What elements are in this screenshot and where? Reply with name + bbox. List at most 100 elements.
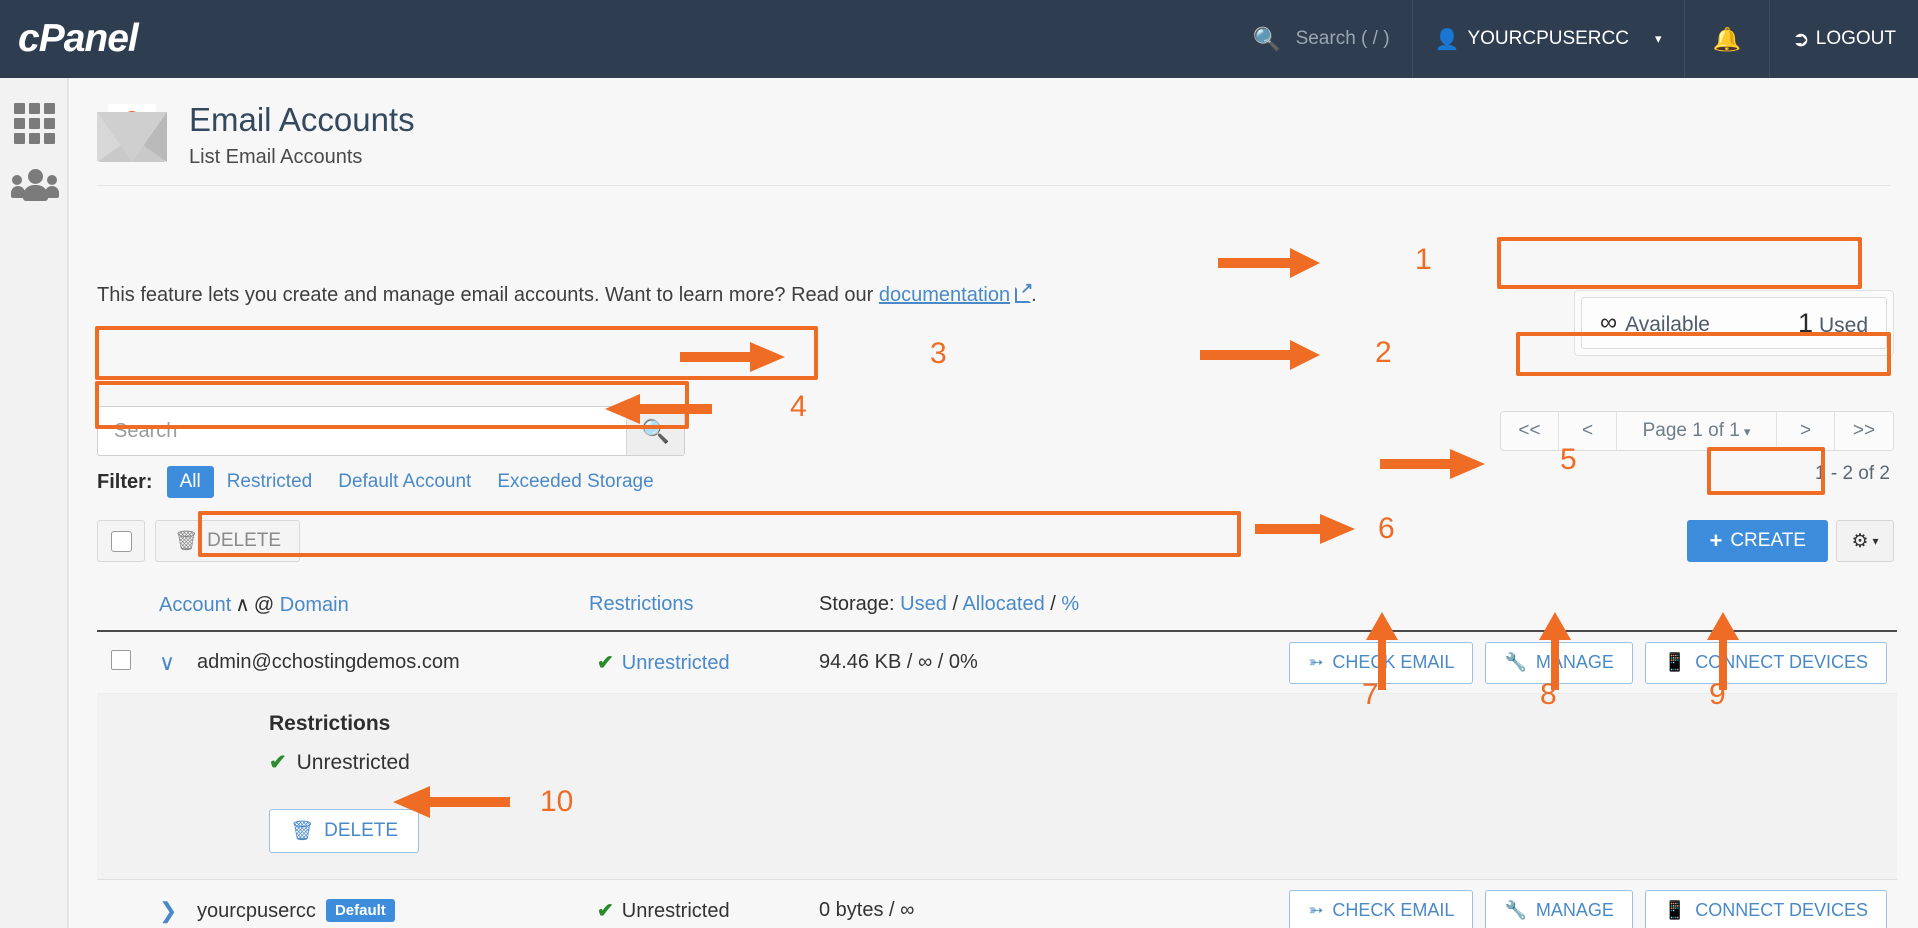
search-icon: 🔍	[1253, 26, 1282, 53]
sidebar-item-apps[interactable]	[0, 92, 68, 154]
column-header-restrictions[interactable]: Restrictions	[589, 593, 819, 616]
detail-restrictions-value: Unrestricted	[297, 751, 410, 774]
connect-devices-button[interactable]: 📱 CONNECT DEVICES	[1645, 642, 1887, 684]
sidebar-item-user-manager[interactable]	[0, 154, 68, 216]
storage-sort-percent[interactable]: %	[1061, 593, 1079, 615]
storage-label: Storage:	[819, 593, 895, 615]
bulk-delete-label: DELETE	[207, 530, 281, 552]
table-row: ∨ admin@cchostingdemos.com ✔Unrestricted…	[97, 632, 1897, 694]
quota-panel: ∞ Available 1Used	[1574, 290, 1894, 356]
filter-option-exceeded-storage[interactable]: Exceeded Storage	[484, 466, 666, 498]
column-header-domain-label: Domain	[280, 594, 349, 616]
row-storage: 0 bytes / ∞	[819, 899, 1159, 922]
row-restrictions-label: Unrestricted	[622, 900, 730, 922]
row-account-name: yourcpuserccDefault	[197, 899, 597, 923]
settings-dropdown-button[interactable]: ⚙ ▾	[1836, 520, 1894, 562]
pagination-prev-button[interactable]: <	[1559, 412, 1617, 450]
detail-restrictions-value-row: ✔Unrestricted	[269, 750, 1897, 775]
filter-option-restricted[interactable]: Restricted	[214, 466, 326, 498]
row-detail-panel: Restrictions ✔Unrestricted 🗑 DELETE	[97, 694, 1897, 880]
logout-button[interactable]: ➲ LOGOUT	[1769, 0, 1918, 78]
connect-devices-button[interactable]: 📱 CONNECT DEVICES	[1645, 890, 1887, 928]
pagination-page-label: Page 1 of 1	[1643, 420, 1740, 441]
page-header: Email Accounts List Email Accounts	[69, 78, 1918, 169]
pagination-panel: << < Page 1 of 1 ▾ > >> 1 - 2 of 2	[1500, 411, 1894, 485]
chevron-down-icon: ▾	[1873, 534, 1879, 548]
bulk-delete-button[interactable]: 🗑 DELETE	[155, 520, 300, 562]
pagination-range-label: 1 - 2 of 2	[1500, 463, 1894, 485]
pagination-last-button[interactable]: >>	[1835, 412, 1893, 450]
left-sidebar	[0, 78, 68, 928]
pagination-first-button[interactable]: <<	[1501, 412, 1559, 450]
filter-bar: Filter: All Restricted Default Account E…	[97, 466, 667, 498]
detail-restrictions-title: Restrictions	[269, 712, 1897, 736]
quota-used: 1Used	[1798, 308, 1868, 339]
header-divider	[97, 185, 1890, 186]
row-expand-toggle[interactable]: ∨	[159, 650, 197, 676]
row-checkbox[interactable]	[111, 650, 131, 670]
wrench-icon: 🔧	[1504, 900, 1526, 921]
manage-button[interactable]: 🔧 MANAGE	[1485, 642, 1632, 684]
table-row: ❯ yourcpuserccDefault ✔ Unrestricted 0 by…	[97, 880, 1897, 928]
user-menu[interactable]: 👤 YOURCPUSERCC ▾	[1412, 0, 1684, 78]
check-email-button[interactable]: ➳ CHECK EMAIL	[1289, 890, 1473, 928]
global-search-placeholder: Search ( / )	[1296, 28, 1390, 50]
chevron-down-icon: ▾	[1655, 31, 1662, 47]
check-email-label: CHECK EMAIL	[1332, 652, 1454, 673]
storage-sort-allocated[interactable]: Allocated	[962, 593, 1044, 615]
quota-used-label: Used	[1819, 314, 1868, 337]
infinity-icon: ∞	[1600, 309, 1617, 336]
row-delete-label: DELETE	[324, 820, 398, 842]
quota-available-label: Available	[1625, 313, 1710, 336]
global-search[interactable]: 🔍 Search ( / )	[1231, 0, 1412, 78]
documentation-link[interactable]: documentation	[879, 284, 1010, 306]
row-storage: 94.46 KB / ∞ / 0%	[819, 651, 1159, 674]
slash-1: /	[952, 593, 958, 615]
sort-asc-icon: ∧	[235, 594, 250, 616]
column-header-account[interactable]: Account∧@ Domain	[159, 592, 589, 617]
search-submit-button[interactable]: 🔍	[626, 407, 684, 455]
search-box: 🔍	[97, 406, 685, 456]
pagination-page-select[interactable]: Page 1 of 1 ▾	[1617, 412, 1777, 450]
at-symbol: @	[254, 594, 274, 616]
pagination-next-button[interactable]: >	[1777, 412, 1835, 450]
row-account-name: admin@cchostingdemos.com	[197, 651, 597, 674]
search-input[interactable]	[98, 407, 626, 455]
row-actions: ➳ CHECK EMAIL 🔧 MANAGE 📱 CONNECT DEVICES	[1159, 890, 1897, 928]
external-link-icon: ➳	[1308, 900, 1323, 921]
logout-icon: ➲	[1792, 27, 1810, 52]
filter-option-default-account[interactable]: Default Account	[325, 466, 484, 498]
external-link-icon: ➳	[1308, 652, 1323, 673]
filter-option-all[interactable]: All	[167, 466, 214, 498]
column-header-storage: Storage: Used / Allocated / %	[819, 593, 1079, 616]
check-icon: ✔	[597, 900, 614, 922]
row-actions: ➳ CHECK EMAIL 🔧 MANAGE 📱 CONNECT DEVICES	[1159, 642, 1897, 684]
row-restrictions-label[interactable]: Unrestricted	[622, 652, 730, 674]
manage-button[interactable]: 🔧 MANAGE	[1485, 890, 1632, 928]
row-delete-button[interactable]: 🗑 DELETE	[269, 809, 419, 853]
chevron-down-icon: ▾	[1744, 424, 1751, 439]
storage-sort-used[interactable]: Used	[900, 593, 947, 615]
row-expand-toggle[interactable]: ❯	[159, 898, 197, 924]
gear-icon: ⚙	[1851, 530, 1868, 553]
people-icon	[11, 169, 57, 201]
plus-icon: +	[1709, 528, 1722, 554]
create-button[interactable]: + CREATE	[1687, 520, 1828, 562]
row-select-cell	[111, 898, 159, 923]
select-all-checkbox[interactable]	[97, 520, 145, 562]
main-content: Email Accounts List Email Accounts This …	[68, 78, 1918, 928]
column-header-account-label: Account	[159, 594, 231, 616]
top-navigation-bar: cPanel 🔍 Search ( / ) 👤 YOURCPUSERCC ▾ 🔔…	[0, 0, 1918, 78]
user-icon: 👤	[1435, 27, 1460, 52]
row-account-label: yourcpusercc	[197, 900, 316, 922]
connect-devices-label: CONNECT DEVICES	[1695, 900, 1868, 921]
cpanel-logo[interactable]: cPanel	[0, 17, 200, 61]
check-email-label: CHECK EMAIL	[1332, 900, 1454, 921]
email-accounts-table: Account∧@ Domain Restrictions Storage: U…	[97, 578, 1897, 928]
bell-icon: 🔔	[1713, 26, 1742, 53]
create-action-group: + CREATE ⚙ ▾	[1687, 520, 1894, 562]
row-restrictions: ✔Unrestricted	[597, 650, 819, 675]
check-email-button[interactable]: ➳ CHECK EMAIL	[1289, 642, 1473, 684]
notifications-button[interactable]: 🔔	[1684, 0, 1770, 78]
page-title: Email Accounts	[189, 100, 415, 140]
